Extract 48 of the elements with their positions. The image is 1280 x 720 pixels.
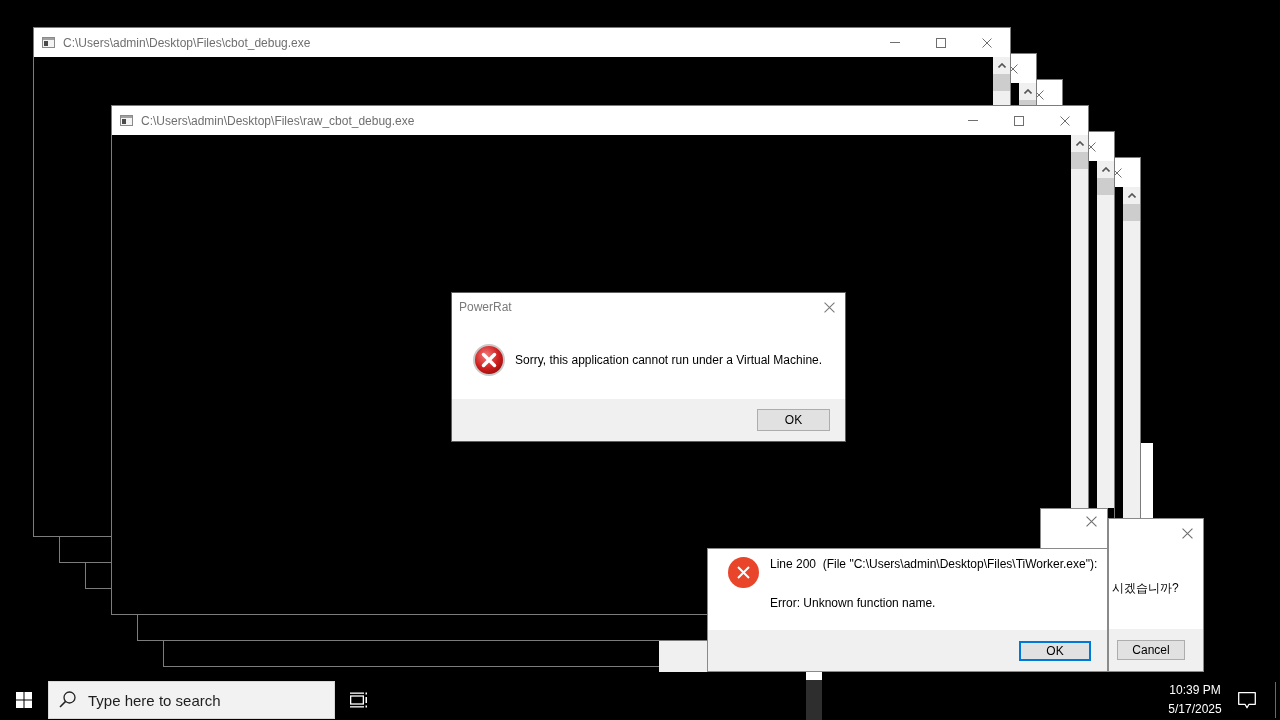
close-icon[interactable]: [824, 301, 835, 313]
close-icon[interactable]: [982, 37, 992, 48]
dialog-message: 시겠습니까?: [1112, 580, 1179, 597]
dialog-button[interactable]: OK: [1019, 640, 1091, 661]
minimize-icon: [890, 42, 900, 43]
scrollbar-thumb[interactable]: [993, 74, 1010, 91]
dialog-button[interactable]: OK: [757, 409, 830, 431]
search-icon: [59, 691, 76, 708]
search-field[interactable]: Type here to search: [48, 681, 335, 719]
scrollbar-thumb[interactable]: [1123, 204, 1140, 221]
close-icon[interactable]: [1182, 527, 1193, 539]
clock-time: 10:39 PM: [1169, 682, 1221, 699]
window-title: C:\Users\admin\Desktop\Files\cbot_debug.exe: [63, 34, 311, 52]
chevron-up-icon: [1023, 89, 1032, 94]
scrollbar[interactable]: [1071, 135, 1088, 508]
task-view-icon: [350, 692, 368, 708]
scrollbar[interactable]: [1097, 161, 1114, 508]
close-icon[interactable]: [1086, 515, 1097, 527]
window-fragment: [806, 672, 822, 720]
chevron-up-icon: [997, 63, 1006, 68]
error-message: Error: Unknown function name.: [770, 596, 937, 610]
maximize-icon: [936, 37, 946, 48]
window-title: C:\Users\admin\Desktop\Files\raw_cbot_debug.exe: [141, 112, 415, 130]
dialog-button[interactable]: Cancel: [1117, 640, 1185, 660]
windows-logo-icon: [16, 692, 32, 708]
minimize-icon: [968, 120, 978, 121]
error-icon: [728, 557, 759, 588]
error-icon: [473, 344, 505, 376]
speech-bubble-icon: [1238, 691, 1256, 709]
chevron-up-icon: [1075, 141, 1084, 146]
chevron-up-icon: [1101, 167, 1110, 172]
clock[interactable]: 10:39 PM 5/17/2025: [1163, 680, 1227, 720]
dialog-title: PowerRat: [459, 299, 512, 316]
dialog-message: Sorry, this application cannot run under a Virtual Machine.: [515, 352, 823, 369]
error-message: Line 200 (File "C:\Users\admin\Desktop\Files\TiWorker.exe"):: [770, 557, 1098, 571]
scrollbar-thumb[interactable]: [1019, 100, 1036, 105]
app-window-icon: [120, 115, 133, 126]
close-icon[interactable]: [1034, 89, 1044, 100]
scrollbar-thumb[interactable]: [1071, 152, 1088, 169]
maximize-icon: [1014, 115, 1024, 126]
chevron-up-icon: [1127, 193, 1136, 198]
scrollbar[interactable]: [1019, 83, 1036, 105]
scrollbar[interactable]: [993, 57, 1010, 105]
scrollbar[interactable]: [1123, 187, 1140, 518]
close-icon[interactable]: [1060, 115, 1070, 126]
scrollbar-thumb[interactable]: [1097, 178, 1114, 195]
app-window-icon: [42, 37, 55, 48]
clock-date: 5/17/2025: [1168, 701, 1222, 718]
